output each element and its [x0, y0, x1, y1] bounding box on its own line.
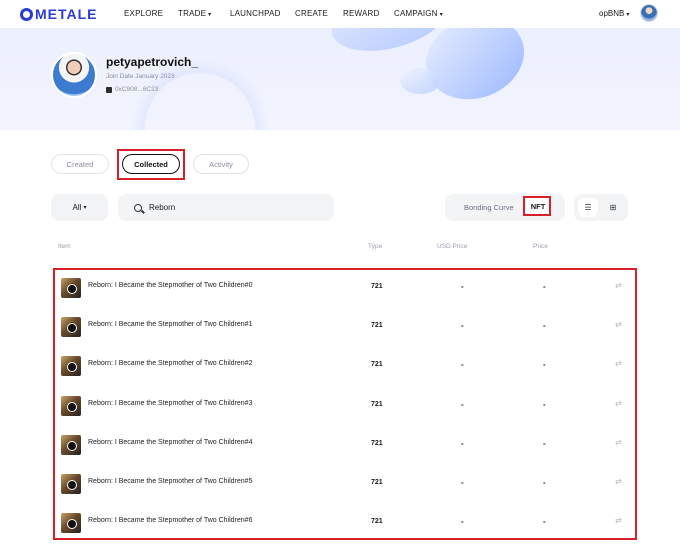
- tab-activity[interactable]: Activity: [193, 154, 249, 174]
- logo-ring-icon: [20, 7, 33, 21]
- nav-launchpad[interactable]: LAUNCHPAD: [230, 9, 281, 18]
- decor-bubble: [400, 68, 440, 94]
- chevron-down-icon: ▾: [83, 205, 87, 211]
- grid-view-icon[interactable]: ⊞: [603, 198, 623, 217]
- highlight-box: [53, 268, 637, 540]
- column-header-type: Type: [368, 243, 383, 250]
- network-selector[interactable]: opBNB ▾: [599, 9, 629, 18]
- nav-trade[interactable]: TRADE ▾: [178, 9, 211, 18]
- chevron-down-icon: ▾: [439, 12, 443, 18]
- search-icon: [134, 203, 142, 212]
- user-avatar[interactable]: [640, 4, 658, 22]
- profile-username: petyapetrovich_: [106, 55, 199, 69]
- nav-create[interactable]: CREATE: [295, 9, 328, 18]
- nav-campaign[interactable]: CAMPAIGN ▾: [394, 9, 443, 18]
- column-header-usd-price: USD Price: [437, 243, 468, 250]
- profile-avatar: [51, 52, 97, 98]
- list-view-icon[interactable]: ☰: [578, 198, 598, 217]
- nav-reward[interactable]: REWARD: [343, 9, 379, 18]
- profile-banner: [0, 28, 680, 130]
- highlight-box: [523, 196, 551, 216]
- top-navbar: METALE EXPLORE TRADE ▾ LAUNCHPAD CREATE R…: [0, 0, 680, 28]
- segment-bonding-curve[interactable]: Bonding Curve: [464, 203, 514, 212]
- wallet-icon: [106, 86, 112, 93]
- nav-explore[interactable]: EXPLORE: [124, 9, 163, 18]
- logo[interactable]: METALE: [20, 6, 98, 22]
- category-dropdown[interactable]: All ▾: [51, 194, 108, 221]
- profile-join-date: Join Date January 2023: [106, 73, 175, 80]
- profile-address[interactable]: 0xC908...6C23: [106, 86, 158, 93]
- chevron-down-icon: ▾: [208, 12, 212, 18]
- column-header-price: Price: [533, 243, 548, 250]
- tab-created[interactable]: Created: [51, 154, 109, 174]
- search-input[interactable]: Reborn: [118, 194, 334, 221]
- highlight-box: [117, 149, 185, 180]
- column-header-item: Item: [58, 243, 71, 250]
- chevron-down-icon: ▾: [626, 12, 630, 18]
